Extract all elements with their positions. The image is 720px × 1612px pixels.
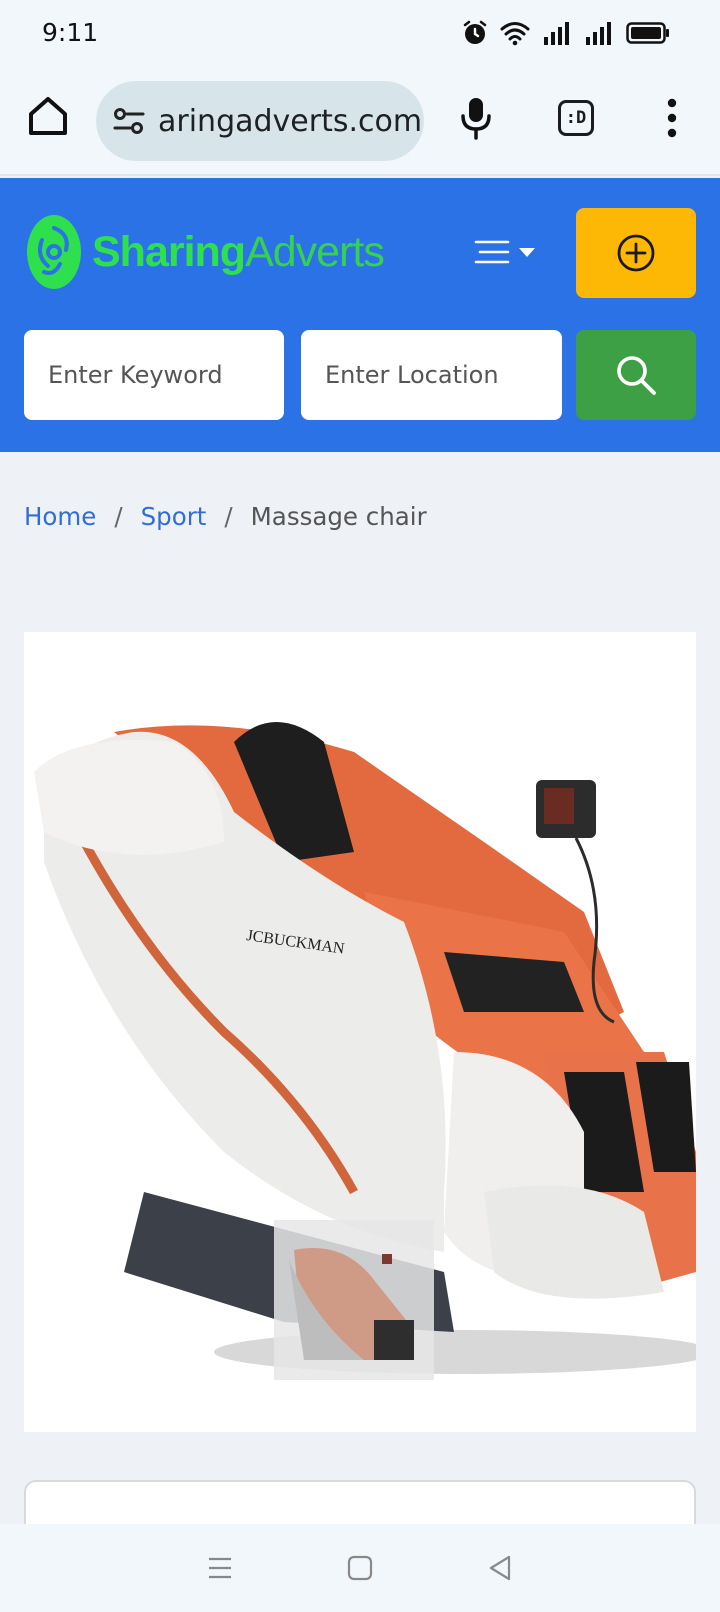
logo-text-sharing: Sharing	[92, 227, 246, 276]
logo-text-adverts: Adverts	[245, 227, 385, 276]
site-logo[interactable]: SharingAdverts	[26, 214, 385, 290]
product-thumbnail[interactable]	[274, 1220, 434, 1380]
site-header: SharingAdverts	[0, 178, 720, 452]
home-icon[interactable]	[26, 94, 70, 138]
status-icons	[462, 18, 670, 48]
hamburger-menu-icon	[474, 240, 510, 264]
battery-icon	[626, 22, 669, 44]
breadcrumb: Home / Sport / Massage chair	[24, 502, 427, 531]
caret-down-icon	[519, 248, 535, 257]
signal-icon	[544, 22, 569, 45]
browser-toolbar: aringadverts.com :D	[0, 66, 720, 176]
keyword-input[interactable]	[24, 330, 284, 420]
logo-mark-icon	[27, 215, 81, 289]
breadcrumb-separator: /	[224, 502, 233, 531]
microphone-icon[interactable]	[458, 96, 494, 140]
address-bar[interactable]: aringadverts.com	[96, 81, 424, 161]
site-settings-icon[interactable]	[112, 104, 146, 138]
home-nav-icon[interactable]	[346, 1554, 374, 1582]
more-options-icon[interactable]	[662, 96, 682, 140]
search-button[interactable]	[576, 330, 696, 420]
breadcrumb-current: Massage chair	[250, 502, 427, 531]
tab-switcher-button[interactable]: :D	[558, 100, 594, 136]
signal-icon	[586, 22, 611, 45]
thumbnail-image-massage-chair	[289, 1248, 414, 1360]
system-navigation-bar	[0, 1524, 720, 1612]
breadcrumb-separator: /	[114, 502, 123, 531]
product-image-gallery[interactable]: JCBUCKMAN	[24, 632, 696, 1432]
search-icon	[617, 356, 656, 395]
post-ad-button[interactable]	[576, 208, 696, 298]
plus-circle-icon	[617, 234, 655, 272]
breadcrumb-home-link[interactable]: Home	[24, 502, 96, 531]
recent-apps-icon[interactable]	[206, 1555, 234, 1581]
back-icon[interactable]	[486, 1554, 514, 1582]
logo-text: SharingAdverts	[92, 227, 385, 277]
wifi-icon	[500, 22, 530, 46]
alarm-icon	[463, 20, 487, 44]
menu-dropdown-button[interactable]	[474, 230, 546, 274]
location-input[interactable]	[301, 330, 562, 420]
status-bar: 9:11	[0, 0, 720, 66]
status-time: 9:11	[42, 18, 99, 47]
url-text[interactable]: aringadverts.com	[158, 104, 422, 139]
breadcrumb-category-link[interactable]: Sport	[141, 502, 207, 531]
